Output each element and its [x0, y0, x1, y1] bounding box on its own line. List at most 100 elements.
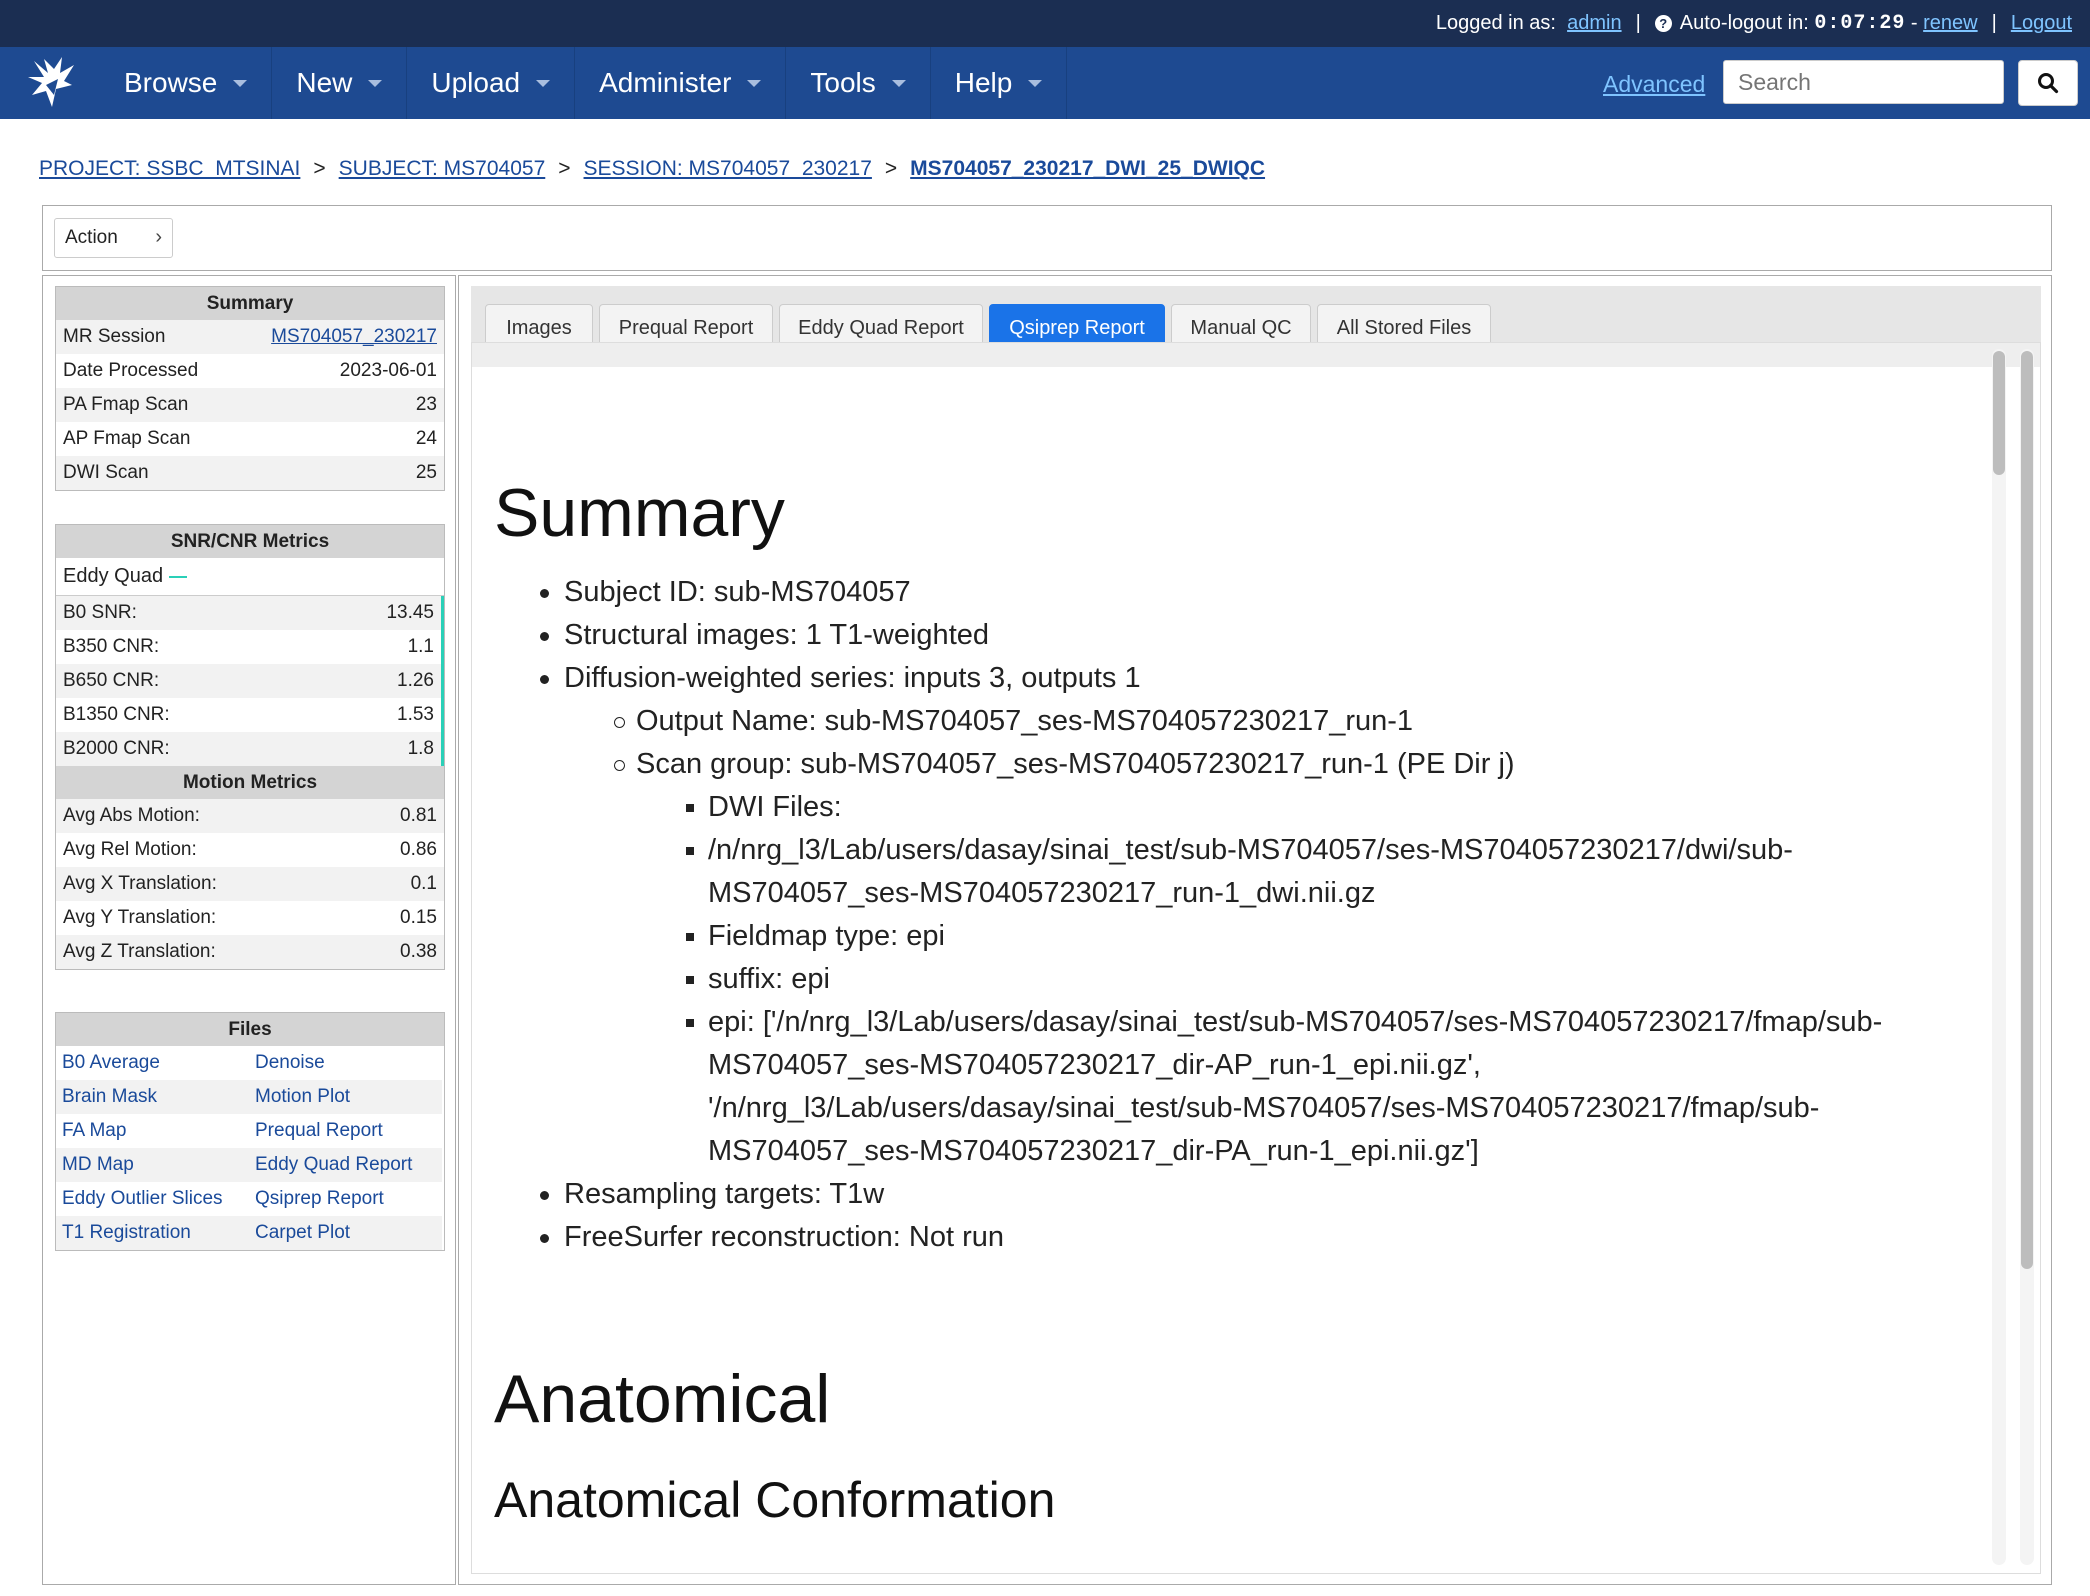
main-menu: Browse New Upload Administer Tools Help: [100, 47, 1068, 119]
summary-report-heading: Summary: [494, 475, 785, 551]
list-item: FreeSurfer reconstruction: Not run: [494, 1216, 1924, 1259]
menu-new[interactable]: New: [272, 47, 408, 119]
diffusion-sublist: Output Name: sub-MS704057_ses-MS70405723…: [564, 700, 1924, 1173]
left-sidebar: Summary MR Session MS704057_230217 Date P…: [42, 275, 456, 1585]
inner-scrollbar-thumb[interactable]: [1993, 351, 2005, 475]
file-link-md-map[interactable]: MD Map: [62, 1154, 134, 1176]
caret-down-icon: [1028, 79, 1043, 87]
row-value: 0.86: [400, 839, 437, 860]
search-input[interactable]: [1723, 60, 2004, 104]
eddy-accent-line: [169, 575, 188, 578]
autologout-timer: 0:07:29: [1814, 12, 1906, 35]
breadcrumb-separator: >: [884, 157, 898, 180]
frame-top-strip: [472, 343, 2040, 367]
summary-row: Date Processed 2023-06-01: [56, 354, 444, 388]
renew-link[interactable]: renew: [1923, 12, 1977, 35]
snr-row: B650 CNR: 1.26: [56, 664, 441, 698]
file-link-carpet-plot[interactable]: Carpet Plot: [255, 1222, 350, 1244]
menu-browse[interactable]: Browse: [100, 47, 273, 119]
file-link-motion-plot[interactable]: Motion Plot: [255, 1086, 350, 1108]
row-label: DWI Scan: [63, 462, 149, 483]
list-item: Fieldmap type: epi: [636, 915, 1924, 958]
username-link[interactable]: admin: [1567, 12, 1621, 35]
breadcrumb-current[interactable]: MS704057_230217_DWI_25_DWIQC: [910, 157, 1265, 181]
motion-heading: Motion Metrics: [56, 766, 444, 799]
row-value: 0.38: [400, 941, 437, 962]
logout-link[interactable]: Logout: [2011, 12, 2072, 35]
menu-label: New: [296, 67, 353, 98]
file-link-t1-registration[interactable]: T1 Registration: [62, 1222, 191, 1244]
menu-upload[interactable]: Upload: [407, 47, 576, 119]
action-menu-button[interactable]: Action ›: [54, 218, 173, 258]
dwi-path-line: MS704057_ses-MS704057230217_run-1_dwi.ni…: [708, 877, 1376, 909]
file-link-eddy-outlier-slices[interactable]: Eddy Outlier Slices: [62, 1188, 223, 1210]
xnat-logo-icon[interactable]: [24, 55, 80, 111]
list-item: Diffusion-weighted series: inputs 3, out…: [494, 657, 1924, 1173]
motion-row: Avg X Translation: 0.1: [56, 867, 444, 901]
files-box: Files B0 Average Denoise Brain Mask Moti…: [55, 1012, 445, 1251]
file-link-eddy-quad-report[interactable]: Eddy Quad Report: [255, 1154, 412, 1176]
breadcrumb-session[interactable]: SESSION: MS704057_230217: [584, 157, 872, 181]
file-link-denoise[interactable]: Denoise: [255, 1052, 325, 1074]
menu-administer[interactable]: Administer: [575, 47, 787, 119]
action-bar: Action ›: [42, 205, 2052, 271]
snr-row: B0 SNR: 13.45: [56, 596, 441, 630]
motion-row: Avg Abs Motion: 0.81: [56, 799, 444, 833]
menu-label: Upload: [431, 67, 521, 98]
epi-line: MS704057_ses-MS704057230217_dir-AP_run-1…: [708, 1049, 1481, 1081]
caret-down-icon: [233, 79, 248, 87]
inner-scrollbar[interactable]: [1992, 349, 2006, 1565]
menu-tools[interactable]: Tools: [786, 47, 931, 119]
list-item-text: Diffusion-weighted series: inputs 3, out…: [564, 662, 1141, 694]
list-item: DWI Files:: [636, 786, 1924, 829]
menu-help[interactable]: Help: [931, 47, 1068, 119]
row-value: 13.45: [386, 602, 434, 623]
file-link-prequal-report[interactable]: Prequal Report: [255, 1120, 383, 1142]
file-link-brain-mask[interactable]: Brain Mask: [62, 1086, 157, 1108]
row-label: B2000 CNR:: [63, 738, 170, 759]
divider: |: [1635, 12, 1641, 34]
list-item: /n/nrg_l3/Lab/users/dasay/sinai_test/sub…: [636, 829, 1924, 915]
row-label: B350 CNR:: [63, 636, 160, 657]
qsiprep-report-content: Summary Subject ID: sub-MS704057 Structu…: [494, 473, 1924, 1525]
mr-session-link[interactable]: MS704057_230217: [271, 326, 437, 348]
main-navbar: Browse New Upload Administer Tools Help …: [0, 47, 2090, 119]
snr-heading: SNR/CNR Metrics: [56, 525, 444, 558]
scan-group-sublist: DWI Files: /n/nrg_l3/Lab/users/dasay/sin…: [636, 786, 1924, 1173]
menu-label: Tools: [810, 67, 876, 98]
epi-line: '/n/nrg_l3/Lab/users/dasay/sinai_test/su…: [708, 1092, 1820, 1124]
row-value: 23: [415, 394, 437, 415]
file-link-qsiprep-report[interactable]: Qsiprep Report: [255, 1188, 384, 1210]
search-icon: [2038, 73, 2059, 94]
row-label: PA Fmap Scan: [63, 394, 189, 415]
row-label: MR Session: [63, 326, 166, 347]
search-button[interactable]: [2018, 60, 2078, 106]
row-label: Avg Z Translation:: [63, 941, 216, 962]
eddy-quad-label: Eddy Quad: [63, 565, 164, 587]
summary-list: Subject ID: sub-MS704057 Structural imag…: [494, 571, 1924, 1259]
summary-row: MR Session MS704057_230217: [56, 320, 444, 354]
advanced-search-link[interactable]: Advanced: [1603, 71, 1705, 98]
breadcrumb-subject[interactable]: SUBJECT: MS704057: [339, 157, 546, 181]
file-link-b0-average[interactable]: B0 Average: [62, 1052, 160, 1074]
breadcrumb-project[interactable]: PROJECT: SSBC_MTSINAI: [39, 157, 300, 181]
list-item: Output Name: sub-MS704057_ses-MS70405723…: [564, 700, 1924, 743]
snr-row: B350 CNR: 1.1: [56, 630, 441, 664]
dwi-path-line: /n/nrg_l3/Lab/users/dasay/sinai_test/sub…: [708, 834, 1793, 866]
summary-box: Summary MR Session MS704057_230217 Date P…: [55, 286, 445, 491]
session-info: Logged in as: admin | ? Auto-logout in: …: [1436, 12, 2072, 35]
files-heading: Files: [56, 1013, 444, 1046]
row-value: 1.26: [397, 670, 434, 691]
list-item: Resampling targets: T1w: [494, 1173, 1924, 1216]
outer-scrollbar-thumb[interactable]: [2021, 351, 2033, 1269]
row-label: B650 CNR:: [63, 670, 160, 691]
epi-line: MS704057_ses-MS704057230217_dir-PA_run-1…: [708, 1135, 1479, 1167]
anatomical-heading: Anatomical: [494, 1361, 831, 1437]
eddy-quad-title: Eddy Quad: [56, 558, 444, 596]
timer-separator: -: [1910, 12, 1918, 34]
chevron-right-icon: ›: [155, 226, 162, 248]
file-link-fa-map[interactable]: FA Map: [62, 1120, 126, 1142]
summary-heading: Summary: [56, 287, 444, 320]
menu-label: Help: [954, 67, 1013, 98]
outer-scrollbar[interactable]: [2020, 349, 2034, 1565]
